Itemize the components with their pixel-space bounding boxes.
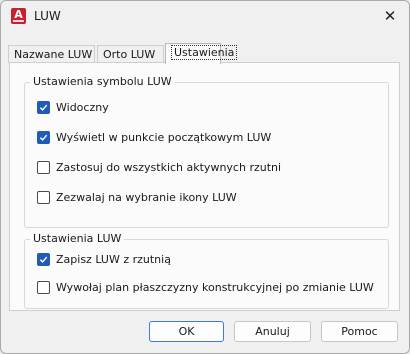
tab-nazwane-luw[interactable]: Nazwane LUW (8, 45, 95, 63)
autocad-app-icon: A (11, 8, 26, 24)
group-title: Ustawienia LUW (30, 232, 125, 245)
checkbox-zastosuj-do-rzutni[interactable]: Zastosuj do wszystkich aktywnych rzutni (37, 159, 281, 175)
window-title: LUW (34, 9, 61, 23)
luw-dialog: A LUW ✕ Nazwane LUW Orto LUW Ustawienia … (0, 0, 410, 354)
help-button[interactable]: Pomoc (321, 321, 398, 342)
checkbox-label: Zastosuj do wszystkich aktywnych rzutni (56, 160, 282, 174)
checkbox-unchecked-icon (37, 280, 50, 294)
tab-orto-luw[interactable]: Orto LUW (97, 45, 164, 63)
checkbox-checked-icon (37, 252, 50, 266)
checkbox-wywolaj-plan[interactable]: Wywołaj plan płaszczyzny konstrukcyjnej … (37, 279, 374, 295)
tab-label: Nazwane LUW (14, 48, 93, 61)
checkbox-label: Zapisz LUW z rzutnią (56, 252, 171, 266)
checkbox-label: Wywołaj plan płaszczyzny konstrukcyjnej … (56, 280, 374, 294)
checkbox-unchecked-icon (37, 190, 50, 204)
checkbox-zapisz-luw[interactable]: Zapisz LUW z rzutnią (37, 251, 171, 267)
close-icon[interactable]: ✕ (379, 5, 401, 27)
settings-panel: Ustawienia symbolu LUW Widoczny Wyświetl… (9, 62, 400, 311)
checkbox-checked-icon (37, 100, 50, 114)
title-bar: A LUW ✕ (1, 1, 409, 33)
tab-label: Orto LUW (103, 48, 156, 61)
checkbox-unchecked-icon (37, 160, 50, 174)
luw-settings-group: Ustawienia LUW (24, 232, 389, 309)
checkbox-label: Widoczny (56, 100, 109, 114)
checkbox-zezwalaj-na-wybranie[interactable]: Zezwalaj na wybranie ikony LUW (37, 189, 237, 205)
tab-ustawienia[interactable]: Ustawienia (165, 43, 238, 64)
checkbox-widoczny[interactable]: Widoczny (37, 99, 109, 115)
group-title: Ustawienia symbolu LUW (30, 75, 175, 88)
checkbox-checked-icon (37, 130, 50, 144)
checkbox-wyswietl-w-punkcie[interactable]: Wyświetl w punkcie początkowym LUW (37, 129, 271, 145)
tab-label: Ustawienia (171, 45, 238, 60)
checkbox-label: Wyświetl w punkcie początkowym LUW (56, 130, 272, 144)
checkbox-label: Zezwalaj na wybranie ikony LUW (56, 190, 237, 204)
cancel-button[interactable]: Anuluj (234, 321, 311, 342)
ok-button[interactable]: OK (149, 321, 224, 342)
